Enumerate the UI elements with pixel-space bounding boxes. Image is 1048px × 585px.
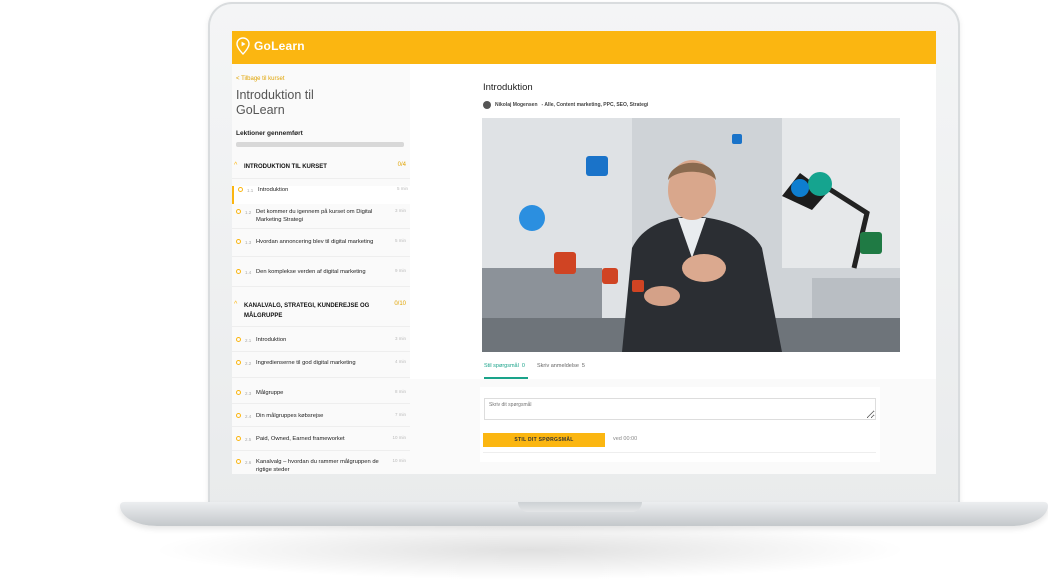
chevron-up-icon: ^ [234,301,238,308]
lesson-title: Den komplekse verden af digital marketin… [256,269,366,275]
qa-tabs: Stil spørgsmål 0 Skriv anmeldelse 5 [482,359,900,380]
lesson-item-2-5[interactable]: 2.5 Paid, Owned, Earned frameworket 10 m… [232,435,410,443]
lesson-number: 2.4 [245,413,252,419]
divider [232,426,410,427]
lesson-title: Det kommer du igennem på kurset om Digit… [256,209,373,223]
lesson-item-2-3[interactable]: 2.3 Målgruppe 8 min [232,389,410,397]
tab-count: 0 [521,363,525,369]
lesson-main: Introduktion Nikolaj Mogensen - Alle, Co… [410,64,936,474]
brand-logo[interactable]: GoLearn [236,37,305,55]
divider [232,377,410,378]
section-header[interactable]: ^ INTRODUKTION TIL KURSET 0/4 [232,162,410,172]
lesson-status-icon [236,413,241,418]
lesson-title: Introduktion [258,187,289,193]
lesson-item-1-2[interactable]: 1.2 Det kommer du igennem på kurset om D… [232,208,410,224]
lesson-duration: 3 min [394,336,406,341]
lesson-number: 2.5 [245,436,252,442]
timestamp-label: ved 00:00 [613,436,638,442]
lesson-item-1-1[interactable]: 1.1 Introduktion 5 min [232,186,410,204]
divider [232,178,410,179]
author-name: Nikolaj Mogensen [495,102,538,108]
section-title: INTRODUKTION TIL KURSET [244,164,327,170]
lesson-title: Paid, Owned, Earned frameworket [256,436,345,442]
lesson-title: Din målgruppes købsrejse [256,413,324,419]
progress-label: Lektioner gennemført [236,130,303,137]
divider [232,286,410,287]
section-count: 0/10 [394,301,406,307]
divider [232,351,410,352]
lesson-duration: 10 min [392,458,406,463]
section-title: KANALVALG, STRATEGI, KUNDEREJSE OG MÅLGR… [244,303,370,319]
question-input[interactable] [484,398,876,420]
lesson-item-2-6[interactable]: 2.6 Kanalvalg – hvordan du rammer målgru… [232,458,410,474]
laptop-shadow [150,520,910,580]
lesson-status-icon [236,459,241,464]
lesson-status-icon [238,187,243,192]
lesson-item-2-1[interactable]: 2.1 Introduktion 3 min [232,336,410,344]
lesson-item-2-2[interactable]: 2.2 Ingredienserne til god digital marke… [232,359,410,367]
lesson-number: 2.1 [245,337,252,343]
lesson-status-icon [236,360,241,365]
lesson-status-icon [236,209,241,214]
tab-count: 5 [581,363,585,369]
lesson-duration: 7 min [394,412,406,417]
lesson-item-1-3[interactable]: 1.3 Hvordan annoncering blev til digital… [232,238,410,246]
video-frame [482,118,900,352]
lesson-heading: Introduktion [483,82,533,93]
divider [232,403,410,404]
progress-bar [236,142,404,147]
lesson-status-icon [236,390,241,395]
lesson-title: Kanalvalg – hvordan du rammer målgruppen… [256,459,379,473]
divider [232,450,410,451]
author-row: Nikolaj Mogensen - Alle, Content marketi… [483,101,648,109]
tab-ask-question[interactable]: Stil spørgsmål 0 [484,363,525,369]
brand-name: GoLearn [254,39,305,53]
lesson-number: 1.3 [245,239,252,245]
lesson-duration: 8 min [394,389,406,394]
lesson-number: 1.1 [247,187,254,193]
lesson-title: Målgruppe [256,390,284,396]
lesson-sidebar: < Tilbage til kurset Introduktion til Go… [232,64,410,474]
divider [232,228,410,229]
lesson-status-icon [236,436,241,441]
lesson-item-1-4[interactable]: 1.4 Den komplekse verden af digital mark… [232,268,410,276]
lesson-duration: 5 min [396,186,408,191]
divider [483,452,876,453]
section-count: 0/4 [397,162,406,168]
avatar [483,101,491,109]
laptop-screen: GoLearn < Tilbage til kurset Introduktio… [232,31,936,474]
play-pin-icon [236,37,250,55]
divider [232,326,410,327]
lesson-duration: 4 min [394,359,406,364]
back-to-course-link[interactable]: < Tilbage til kurset [236,76,285,82]
lesson-number: 1.4 [245,269,252,275]
lesson-duration: 3 min [394,208,406,213]
divider [232,256,410,257]
chevron-up-icon: ^ [234,162,238,169]
lesson-item-2-4[interactable]: 2.4 Din målgruppes købsrejse 7 min [232,412,410,420]
lesson-title: Introduktion [256,337,287,343]
lesson-duration: 9 min [394,268,406,273]
tab-write-review[interactable]: Skriv anmeldelse 5 [537,363,585,369]
lesson-status-icon [236,337,241,342]
video-player[interactable] [482,118,900,352]
lesson-title: Ingredienserne til god digital marketing [256,360,356,366]
tab-label: Stil spørgsmål [484,363,519,369]
lesson-number: 2.2 [245,360,252,366]
author-tags: - Alle, Content marketing, PPC, SEO, Str… [541,102,649,108]
lesson-status-icon [236,239,241,244]
lesson-number: 1.2 [245,209,252,215]
section-header[interactable]: ^ KANALVALG, STRATEGI, KUNDEREJSE OG MÅL… [232,301,410,321]
top-bar: GoLearn [232,31,936,64]
tab-label: Skriv anmeldelse [537,363,579,369]
lesson-status-icon [236,269,241,274]
lesson-title: Hvordan annoncering blev til digital mar… [256,239,374,245]
lesson-duration: 5 min [394,238,406,243]
lesson-number: 2.6 [245,459,252,465]
lesson-number: 2.3 [245,390,252,396]
lesson-duration: 10 min [392,435,406,440]
course-title: Introduktion til GoLearn [236,88,314,117]
laptop-notch [518,502,642,512]
submit-question-button[interactable]: STIL DIT SPØRGSMÅL [483,433,605,447]
